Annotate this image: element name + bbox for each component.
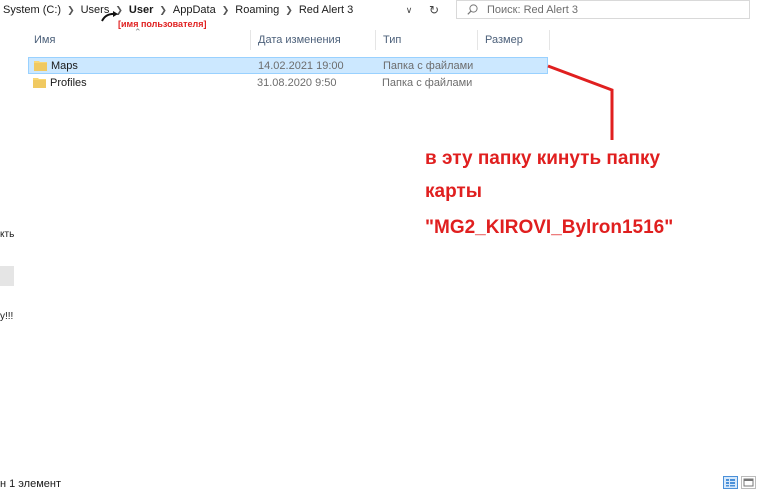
details-view-button[interactable]	[723, 476, 738, 489]
crumb-user[interactable]: User	[126, 4, 156, 16]
column-header-date[interactable]: Дата изменения	[258, 34, 341, 46]
crumb-roaming[interactable]: Roaming	[232, 4, 282, 16]
refresh-button[interactable]: ↻	[424, 1, 444, 19]
folder-icon	[33, 78, 46, 88]
search-input[interactable]: Поиск: Red Alert 3	[456, 0, 750, 19]
file-type: Папка с файлами	[382, 77, 473, 89]
left-pane-text: у!!!	[0, 311, 14, 322]
annotation-text-line1: в эту папку кинуть папку	[425, 148, 661, 169]
crumb-red-alert-3[interactable]: Red Alert 3	[296, 4, 356, 16]
folder-icon	[34, 61, 47, 71]
column-header-name[interactable]: Имя	[34, 34, 55, 46]
column-header-size[interactable]: Размер	[485, 34, 523, 46]
address-history-dropdown[interactable]: ∨	[400, 2, 418, 18]
column-divider[interactable]	[549, 30, 550, 50]
left-pane-text: кть	[0, 229, 15, 240]
crumb-appdata[interactable]: AppData	[170, 4, 219, 16]
large-icons-view-button[interactable]	[741, 476, 756, 489]
sort-ascending-icon: ⌃	[134, 27, 142, 37]
view-mode-toggle	[723, 476, 756, 489]
annotation-text-line3: "MG2_KIROVI_Bylron1516"	[425, 217, 674, 238]
column-divider[interactable]	[375, 30, 376, 50]
user-name-annotation: [имя пользователя]	[118, 19, 207, 29]
breadcrumb: System (C:) ❯ Users ❯ User ❯ AppData ❯ R…	[0, 0, 430, 20]
chevron-right-icon[interactable]: ❯	[64, 5, 78, 16]
chevron-right-icon[interactable]: ❯	[156, 5, 170, 16]
file-date: 31.08.2020 9:50	[257, 77, 337, 89]
column-headers: ⌃ Имя Дата изменения Тип Размер	[0, 27, 560, 50]
large-icons-view-icon	[743, 478, 754, 487]
file-name: Profiles	[50, 77, 87, 89]
crumb-system-c[interactable]: System (C:)	[0, 4, 64, 16]
refresh-icon: ↻	[428, 3, 440, 17]
search-icon	[467, 4, 478, 15]
status-bar-text: н 1 элемент	[0, 478, 62, 490]
column-divider[interactable]	[477, 30, 478, 50]
search-placeholder: Поиск: Red Alert 3	[487, 3, 579, 16]
details-view-icon	[726, 479, 735, 487]
file-type: Папка с файлами	[383, 60, 474, 72]
left-pane-item[interactable]	[0, 266, 14, 286]
chevron-right-icon[interactable]: ❯	[282, 5, 296, 16]
chevron-down-icon: ∨	[405, 5, 413, 15]
file-date: 14.02.2021 19:00	[258, 60, 344, 72]
file-row-profiles[interactable]: Profiles 31.08.2020 9:50 Папка с файлами	[28, 75, 548, 92]
annotation-text-line2: карты	[425, 181, 482, 202]
file-name: Maps	[51, 60, 78, 72]
chevron-right-icon[interactable]: ❯	[219, 5, 233, 16]
column-divider[interactable]	[250, 30, 251, 50]
column-header-type[interactable]: Тип	[383, 34, 401, 46]
file-row-maps[interactable]: Maps 14.02.2021 19:00 Папка с файлами	[28, 57, 548, 74]
